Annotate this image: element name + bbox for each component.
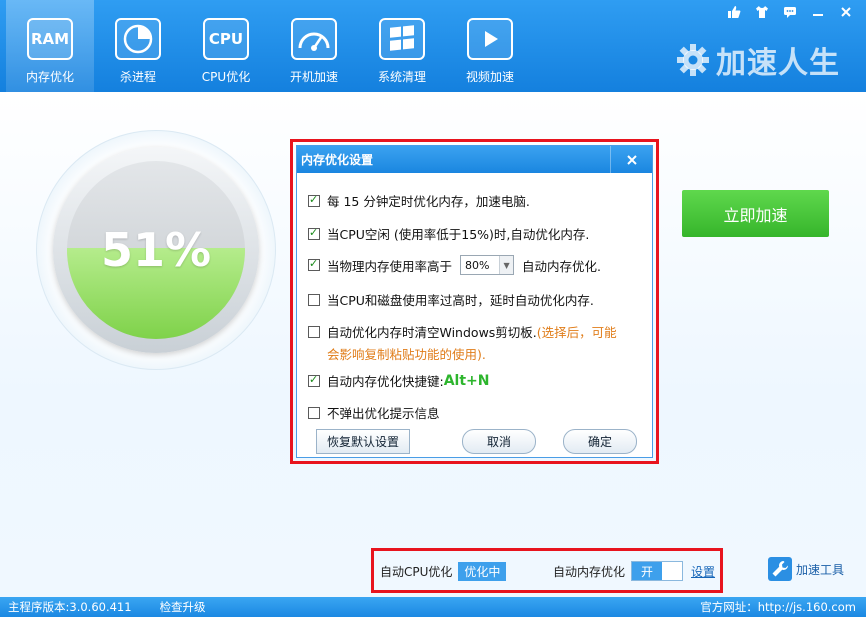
nav-label: CPU优化 bbox=[201, 70, 251, 84]
ok-button[interactable]: 确定 bbox=[563, 429, 637, 454]
gauge-ring: 51% bbox=[53, 147, 259, 353]
nav-label: 视频加速 bbox=[465, 70, 514, 84]
dialog-close-button[interactable] bbox=[610, 146, 652, 173]
checkbox-cpu-idle[interactable] bbox=[308, 226, 320, 240]
option-label: 自动内存优化. bbox=[522, 258, 601, 274]
ram-icon: RAM bbox=[27, 18, 73, 60]
option-label: 当CPU空闲 (使用率低于15%)时,自动优化内存. bbox=[327, 227, 590, 242]
nav-item-boot[interactable]: 开机加速 bbox=[270, 0, 358, 92]
auto-memory-label: 自动内存优化 bbox=[553, 564, 626, 579]
option-timed-optimize: 每 15 分钟定时优化内存，加速电脑. bbox=[308, 191, 530, 210]
windows-icon bbox=[379, 18, 425, 60]
play-icon bbox=[467, 18, 513, 60]
settings-link[interactable]: 设置 bbox=[691, 563, 715, 580]
toggle-on-label: 开 bbox=[632, 562, 663, 580]
option-delay-high-load: 当CPU和磁盘使用率过高时，延时自动优化内存. bbox=[308, 290, 594, 309]
option-label: 每 15 分钟定时优化内存，加速电脑. bbox=[327, 194, 530, 209]
cpu-icon: CPU bbox=[203, 18, 249, 60]
toggle-off-area bbox=[662, 562, 683, 580]
shirt-icon[interactable] bbox=[748, 2, 776, 22]
close-icon[interactable] bbox=[832, 2, 860, 22]
memory-usage-percent: 51% bbox=[100, 223, 212, 277]
version-text: 主程序版本:3.0.60.411 bbox=[8, 600, 132, 614]
close-icon bbox=[626, 154, 637, 165]
auto-cpu-status-badge[interactable]: 优化中 bbox=[458, 562, 507, 581]
pie-chart-icon bbox=[115, 18, 161, 60]
nav-item-video[interactable]: 视频加速 bbox=[446, 0, 534, 92]
reset-defaults-button[interactable]: 恢复默认设置 bbox=[316, 429, 410, 454]
checkbox-clear-clipboard[interactable] bbox=[308, 325, 320, 338]
option-hotkey: 自动内存优化快捷键: Alt+N bbox=[308, 371, 490, 390]
auto-memory-group: 自动内存优化 开 设置 bbox=[553, 561, 715, 581]
option-label: 自动内存优化快捷键: bbox=[327, 374, 444, 389]
threshold-value: 80% bbox=[465, 258, 490, 272]
nav-label: 内存优化 bbox=[25, 70, 74, 84]
nav-item-cleanup[interactable]: 系统清理 bbox=[358, 0, 446, 92]
gear-icon bbox=[677, 44, 709, 76]
title-bar: RAM 内存优化 杀进程 CPU CPU优化 开机加速 系统清理 视频加速 加速… bbox=[0, 0, 866, 92]
threshold-select[interactable]: 80% ▼ bbox=[460, 255, 515, 275]
website-link[interactable]: 官方网址：http://js.160.com bbox=[700, 599, 856, 615]
option-clear-clipboard: 自动优化内存时清空Windows剪切板. (选择后，可能 bbox=[308, 322, 617, 341]
wrench-icon bbox=[768, 557, 792, 581]
speed-tools-label: 加速工具 bbox=[796, 562, 845, 577]
auto-cpu-label: 自动CPU优化 bbox=[380, 565, 453, 579]
option-memory-threshold: 当物理内存使用率高于 80% ▼ 自动内存优化. bbox=[308, 255, 601, 275]
nav-item-cpu[interactable]: CPU CPU优化 bbox=[182, 0, 270, 92]
option-note-continued: 会影响复制粘贴功能的使用). bbox=[327, 347, 486, 362]
dialog-highlight: 内存优化设置 每 15 分钟定时优化内存，加速电脑. 当CPU空闲 (使用率低于… bbox=[290, 139, 659, 464]
nav-item-memory[interactable]: RAM 内存优化 bbox=[6, 0, 94, 92]
hotkey-value: Alt+N bbox=[443, 372, 490, 389]
option-label: 不弹出优化提示信息 bbox=[327, 406, 440, 421]
checkbox-hotkey[interactable] bbox=[308, 373, 320, 387]
dialog-title-bar: 内存优化设置 bbox=[297, 146, 652, 173]
option-label: 当CPU和磁盘使用率过高时，延时自动优化内存. bbox=[327, 293, 594, 308]
option-note: (选择后，可能 bbox=[536, 325, 617, 340]
dialog-title: 内存优化设置 bbox=[301, 153, 374, 167]
speed-up-button[interactable]: 立即加速 bbox=[682, 190, 829, 237]
thumbs-up-icon[interactable] bbox=[720, 2, 748, 22]
option-cpu-idle: 当CPU空闲 (使用率低于15%)时,自动优化内存. bbox=[308, 224, 589, 243]
gauge-face: 51% bbox=[67, 161, 245, 339]
check-update-link[interactable]: 检查升级 bbox=[160, 599, 206, 615]
status-bar: 主程序版本:3.0.60.411 检查升级 官方网址：http://js.160… bbox=[0, 597, 866, 617]
nav-label: 开机加速 bbox=[289, 70, 338, 84]
speed-tools-button[interactable]: 加速工具 bbox=[768, 557, 844, 581]
chevron-down-icon: ▼ bbox=[499, 256, 514, 274]
option-no-popup: 不弹出优化提示信息 bbox=[308, 403, 440, 422]
cancel-button[interactable]: 取消 bbox=[462, 429, 536, 454]
brand-logo: 加速人生 bbox=[676, 38, 840, 82]
checkbox-timed-optimize[interactable] bbox=[308, 193, 320, 207]
window-controls bbox=[720, 2, 860, 22]
checkbox-delay-high-load[interactable] bbox=[308, 293, 320, 306]
checkbox-memory-threshold[interactable] bbox=[308, 257, 320, 271]
nav-label: 系统清理 bbox=[377, 70, 426, 84]
brand-name: 加速人生 bbox=[716, 46, 840, 81]
gauge-icon bbox=[291, 18, 337, 60]
checkbox-no-popup[interactable] bbox=[308, 406, 320, 419]
main-nav: RAM 内存优化 杀进程 CPU CPU优化 开机加速 系统清理 视频加速 bbox=[6, 0, 534, 92]
memory-settings-dialog: 内存优化设置 每 15 分钟定时优化内存，加速电脑. 当CPU空闲 (使用率低于… bbox=[296, 145, 653, 458]
auto-memory-toggle[interactable]: 开 bbox=[631, 561, 684, 581]
nav-label: 杀进程 bbox=[119, 70, 156, 84]
message-icon[interactable] bbox=[776, 2, 804, 22]
option-label: 当物理内存使用率高于 bbox=[327, 258, 453, 274]
auto-cpu-group: 自动CPU优化 优化中 bbox=[380, 562, 507, 581]
bottom-highlight: 自动CPU优化 优化中 自动内存优化 开 设置 bbox=[371, 548, 723, 593]
option-label: 自动优化内存时清空Windows剪切板. bbox=[327, 325, 537, 340]
minimize-icon[interactable] bbox=[804, 2, 832, 22]
nav-item-kill-process[interactable]: 杀进程 bbox=[94, 0, 182, 92]
memory-gauge: 51% bbox=[36, 130, 276, 370]
